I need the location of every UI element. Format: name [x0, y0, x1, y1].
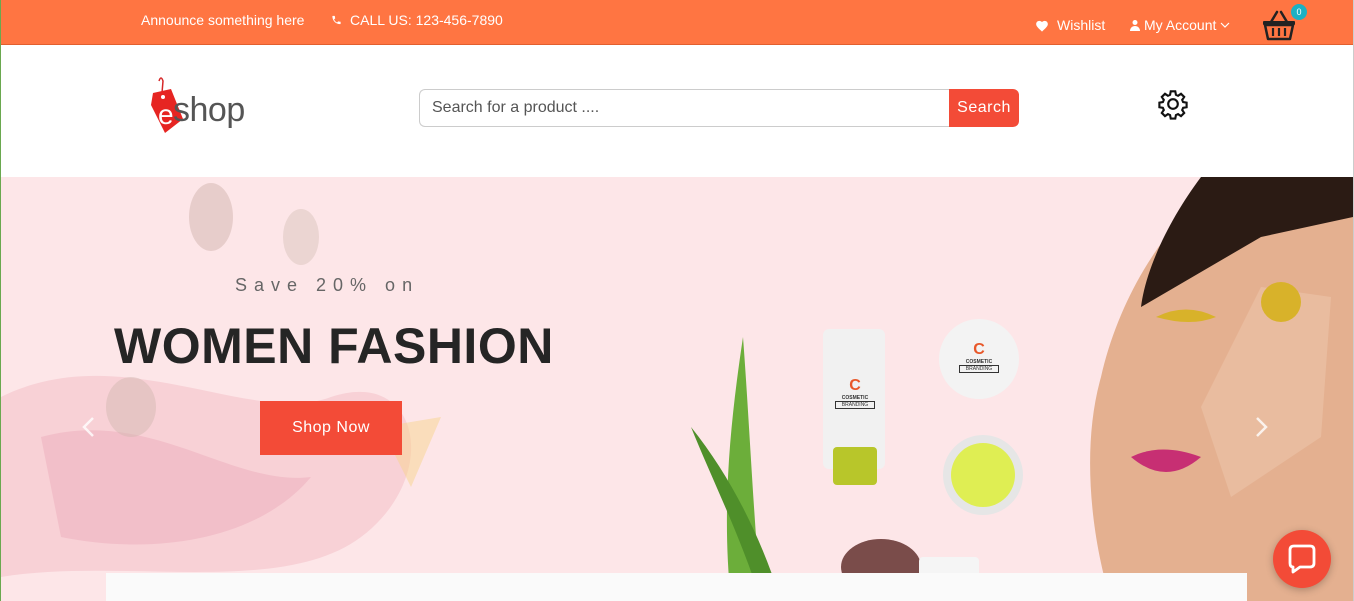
hero-pretitle: Save 20% on: [235, 275, 420, 295]
jar-label-letter: C: [973, 341, 985, 358]
user-icon: [1130, 19, 1140, 31]
logo-text: shop: [173, 91, 245, 129]
my-account-label: My Account: [1144, 17, 1217, 33]
tube-label-letter: C: [849, 377, 861, 394]
cart-count-badge: 0: [1291, 4, 1307, 20]
chevron-right-icon: [1256, 417, 1268, 437]
top-bar: Announce something here CALL US: 123-456…: [1, 0, 1353, 45]
phone-icon: [332, 15, 341, 25]
content-card: [106, 573, 1247, 601]
search-button[interactable]: Search: [949, 89, 1019, 127]
tube-label: C COSMETIC BRANDING: [835, 377, 875, 409]
call-us: CALL US: 123-456-7890: [331, 12, 503, 28]
heart-icon: [1036, 20, 1048, 32]
slider-prev-arrow[interactable]: [81, 413, 101, 437]
hero-background-art: [1, 177, 1353, 601]
eshop-logo[interactable]: e shop: [149, 75, 259, 137]
wishlist-link[interactable]: Wishlist: [1035, 17, 1105, 33]
chevron-down-icon: [1220, 22, 1230, 28]
tube-label-sub: BRANDING: [835, 401, 875, 409]
page: Announce something here CALL US: 123-456…: [0, 0, 1354, 601]
call-us-text: CALL US: 123-456-7890: [350, 12, 503, 28]
slider-next-arrow[interactable]: [1255, 413, 1275, 437]
site-header: e shop Search: [1, 45, 1353, 177]
hero-title: WOMEN FASHION: [114, 318, 554, 374]
shop-now-button[interactable]: Shop Now: [260, 401, 402, 455]
logo-letter: e: [158, 99, 174, 130]
gear-icon[interactable]: [1157, 88, 1189, 120]
search-bar: Search: [419, 89, 1019, 127]
my-account-menu[interactable]: My Account: [1130, 17, 1230, 33]
hero-slider: Save 20% on WOMEN FASHION Shop Now C COS…: [1, 177, 1353, 601]
search-input[interactable]: [419, 89, 949, 127]
jar-label-sub: BRANDING: [959, 365, 999, 373]
chat-icon: [1288, 544, 1316, 574]
chat-widget-button[interactable]: [1273, 530, 1331, 588]
announcement: Announce something here: [141, 12, 305, 28]
chevron-left-icon: [82, 417, 94, 437]
wishlist-label: Wishlist: [1057, 17, 1106, 33]
jar-label: C COSMETIC BRANDING: [959, 341, 999, 373]
